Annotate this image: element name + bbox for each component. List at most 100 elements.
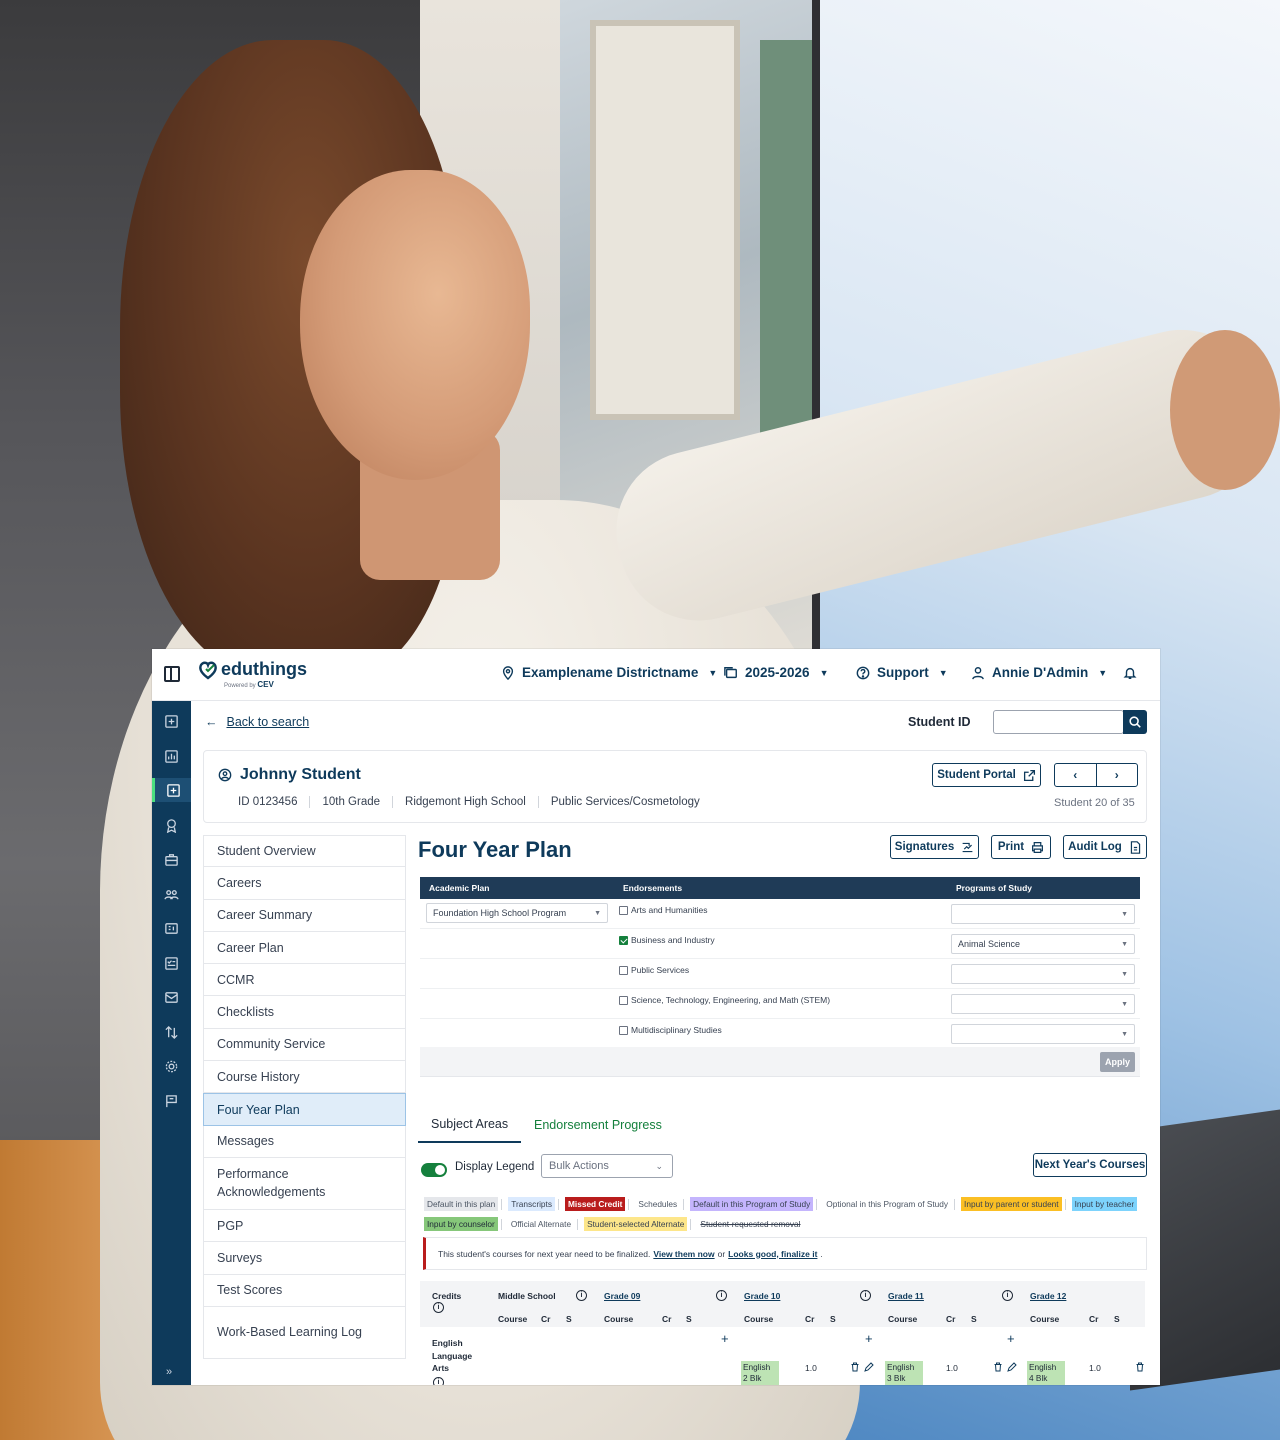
next-year-courses-button[interactable]: Next Year's Courses (1033, 1153, 1147, 1177)
trash-icon[interactable] (1135, 1362, 1145, 1372)
info-icon[interactable]: i (433, 1377, 444, 1385)
student-school: Ridgemont High School (392, 796, 538, 808)
bulk-actions-select[interactable]: Bulk Actions ⌄ (541, 1154, 673, 1178)
expand-rail-icon[interactable]: » (166, 1366, 172, 1378)
student-portal-button[interactable]: Student Portal (932, 763, 1041, 787)
transfer-icon[interactable] (152, 1020, 191, 1044)
program-of-study-select[interactable]: ▼ (951, 1024, 1135, 1044)
next-student-button[interactable]: › (1097, 764, 1138, 786)
col-course: Course (1030, 1314, 1060, 1324)
sidebar-item-course-history[interactable]: Course History (203, 1061, 406, 1094)
sidebar-item-test-scores[interactable]: Test Scores (203, 1274, 406, 1307)
sidebar-item-career-summary[interactable]: Career Summary (203, 899, 406, 932)
tab-subject-areas[interactable]: Subject Areas (418, 1107, 522, 1143)
year-selector[interactable]: 2025-2026 ▼ (724, 665, 828, 680)
tab-endorsement-progress[interactable]: Endorsement Progress (534, 1107, 662, 1143)
bell-icon[interactable] (1123, 666, 1137, 680)
view-them-now-link[interactable]: View them now (653, 1249, 714, 1259)
app-window: » eduthings Powered by CEV Examplename D… (152, 649, 1160, 1385)
student-side-nav: Student Overview Careers Career Summary Car… (203, 835, 406, 1359)
flag-icon[interactable] (152, 1089, 191, 1113)
info-icon[interactable]: i (716, 1290, 727, 1301)
sidebar-item-surveys[interactable]: Surveys (203, 1242, 406, 1275)
program-of-study-select[interactable]: ▼ (951, 994, 1135, 1014)
sidebar-item-pgp[interactable]: PGP (203, 1209, 406, 1243)
edit-pencil-icon[interactable] (864, 1362, 874, 1372)
sidebar-item-student-overview[interactable]: Student Overview (203, 835, 406, 868)
search-button[interactable] (1123, 710, 1147, 734)
reports-icon[interactable] (152, 744, 191, 768)
apply-button[interactable]: Apply (1100, 1052, 1135, 1072)
help-circle-icon (856, 666, 870, 679)
sidebar-item-community-service[interactable]: Community Service (203, 1028, 406, 1062)
endorsement-checkbox[interactable]: Multidisciplinary Studies (619, 1025, 722, 1035)
add-course-grade-09-icon[interactable]: + (721, 1331, 729, 1346)
award-icon[interactable] (152, 813, 191, 837)
sidebar-item-careers[interactable]: Careers (203, 867, 406, 900)
legend-chip: Student-selected Alternate (584, 1217, 688, 1231)
endorsement-checkbox[interactable]: Business and Industry (619, 935, 715, 945)
students-icon[interactable] (152, 778, 191, 802)
back-to-search-link[interactable]: ← Back to search (205, 715, 309, 729)
user-menu[interactable]: Annie D'Admin ▼ (971, 665, 1107, 680)
sidebar-item-messages[interactable]: Messages (203, 1125, 406, 1158)
district-selector[interactable]: Examplename Districtname ▼ (501, 665, 717, 680)
previous-student-button[interactable]: ‹ (1055, 764, 1097, 786)
add-course-grade-10-icon[interactable]: + (865, 1331, 873, 1346)
panel-toggle-icon[interactable] (164, 666, 180, 682)
program-of-study-select[interactable]: ▼ (951, 904, 1135, 924)
sidebar-item-checklists[interactable]: Checklists (203, 996, 406, 1029)
checkbox-empty-icon (619, 995, 628, 1005)
sidebar-item-career-plan[interactable]: Career Plan (203, 931, 406, 965)
display-legend-toggle[interactable] (421, 1163, 447, 1177)
audit-log-label: Audit Log (1068, 841, 1122, 853)
edit-pencil-icon[interactable] (1007, 1362, 1017, 1372)
print-button[interactable]: Print (991, 835, 1051, 859)
finalize-link[interactable]: Looks good, finalize it (728, 1249, 817, 1259)
endorsement-checkbox[interactable]: Arts and Humanities (619, 905, 708, 915)
alert-text: This student's courses for next year nee… (438, 1248, 651, 1259)
student-grade: 10th Grade (309, 796, 392, 808)
schedule-icon[interactable] (152, 916, 191, 940)
legend-divider (954, 1198, 956, 1210)
sidebar-item-work-based-learning-log[interactable]: Work-Based Learning Log (203, 1306, 406, 1359)
sidebar-item-ccmr[interactable]: CCMR (203, 964, 406, 997)
support-menu[interactable]: Support ▼ (856, 665, 948, 680)
briefcase-icon[interactable] (152, 847, 191, 871)
grade-09-link[interactable]: Grade 09 (604, 1291, 640, 1301)
mail-icon[interactable] (152, 985, 191, 1009)
student-pathway: Public Services/Cosmetology (537, 796, 712, 808)
settings-icon[interactable] (152, 1054, 191, 1078)
student-counter: Student 20 of 35 (1054, 797, 1135, 809)
course-cell-grade-10[interactable]: English 2 Blk (741, 1361, 779, 1385)
grade-11-link[interactable]: Grade 11 (888, 1291, 924, 1301)
dashboard-icon[interactable] (152, 709, 191, 733)
info-icon[interactable]: i (433, 1302, 444, 1313)
signatures-button[interactable]: Signatures (890, 835, 979, 859)
sidebar-item-four-year-plan[interactable]: Four Year Plan (203, 1093, 406, 1126)
audit-log-button[interactable]: Audit Log (1063, 835, 1147, 859)
info-icon[interactable]: i (576, 1290, 587, 1301)
grade-10-link[interactable]: Grade 10 (744, 1291, 780, 1301)
sidebar-item-performance-acknowledgements[interactable]: Performance Acknowledgements (203, 1157, 406, 1210)
col-s: S (830, 1314, 836, 1324)
program-of-study-select[interactable]: Animal Science ▼ (951, 934, 1135, 954)
course-cell-grade-11[interactable]: English 3 Blk (885, 1361, 923, 1385)
checklist-icon[interactable] (152, 951, 191, 975)
grade-12-link[interactable]: Grade 12 (1030, 1291, 1066, 1301)
endorsement-checkbox[interactable]: Science, Technology, Engineering, and Ma… (619, 995, 830, 1005)
legend-divider (558, 1198, 559, 1210)
program-of-study-select[interactable]: ▼ (951, 964, 1135, 984)
eduthings-logo[interactable]: eduthings Powered by CEV (197, 659, 307, 689)
trash-icon[interactable] (850, 1362, 860, 1372)
info-icon[interactable]: i (860, 1290, 871, 1301)
trash-icon[interactable] (993, 1362, 1003, 1372)
groups-icon[interactable] (152, 882, 191, 906)
endorsement-checkbox[interactable]: Public Services (619, 965, 689, 975)
user-circle-icon (218, 768, 232, 782)
add-course-grade-11-icon[interactable]: + (1007, 1331, 1015, 1346)
student-id-input[interactable] (993, 710, 1124, 734)
info-icon[interactable]: i (1002, 1290, 1013, 1301)
content-area: ← Back to search Student ID Johnny Stude… (191, 701, 1160, 1385)
course-cell-grade-12[interactable]: English 4 Blk (1027, 1361, 1065, 1385)
